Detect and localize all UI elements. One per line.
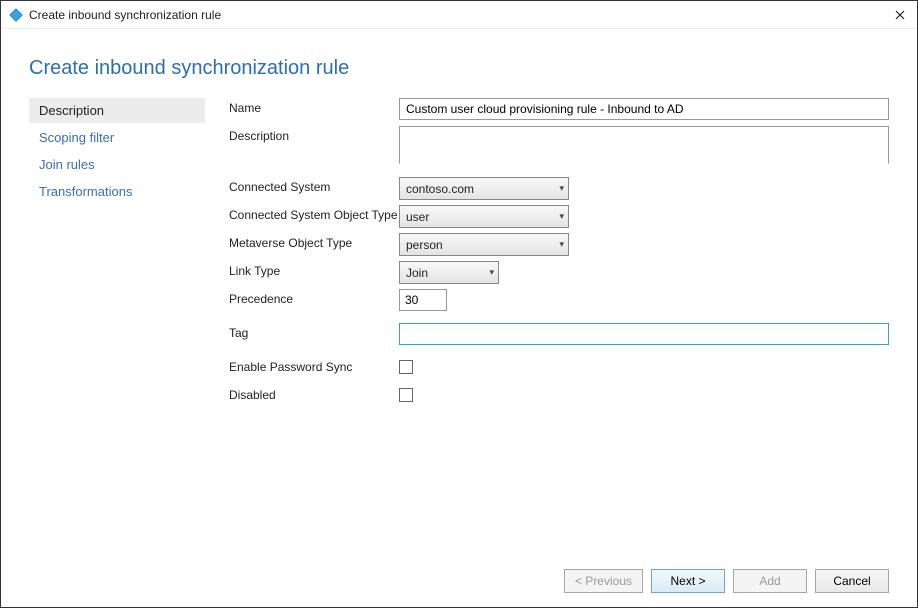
name-input[interactable]: [399, 98, 889, 120]
window-title: Create inbound synchronization rule: [29, 8, 891, 22]
select-value: user: [406, 210, 429, 224]
link-type-label: Link Type: [229, 261, 399, 278]
sidebar-item-label: Join rules: [39, 157, 95, 172]
sidebar-item-description[interactable]: Description: [29, 98, 205, 123]
sidebar-item-scoping-filter[interactable]: Scoping filter: [29, 125, 205, 150]
chevron-down-icon: ▾: [489, 267, 494, 278]
form: Name Description Connected System contos…: [229, 98, 889, 559]
enable-password-sync-label: Enable Password Sync: [229, 357, 399, 374]
precedence-label: Precedence: [229, 289, 399, 306]
chevron-down-icon: ▾: [559, 239, 564, 250]
description-label: Description: [229, 126, 399, 143]
sidebar-item-join-rules[interactable]: Join rules: [29, 152, 205, 177]
tag-input[interactable]: [399, 323, 889, 345]
disabled-checkbox[interactable]: [399, 388, 413, 402]
sidebar: Description Scoping filter Join rules Tr…: [29, 98, 205, 559]
connected-system-label: Connected System: [229, 177, 399, 194]
select-value: Join: [406, 266, 428, 280]
next-button[interactable]: Next >: [651, 569, 725, 593]
connected-system-select[interactable]: contoso.com ▾: [399, 177, 569, 200]
description-input[interactable]: [399, 126, 889, 164]
precedence-input[interactable]: [399, 289, 447, 311]
close-button[interactable]: [891, 6, 909, 24]
sidebar-item-label: Transformations: [39, 184, 132, 199]
enable-password-sync-checkbox[interactable]: [399, 360, 413, 374]
chevron-down-icon: ▾: [559, 183, 564, 194]
footer: < Previous Next > Add Cancel: [29, 559, 889, 607]
titlebar: Create inbound synchronization rule: [1, 1, 917, 29]
tag-label: Tag: [229, 323, 399, 340]
chevron-down-icon: ▾: [559, 211, 564, 222]
name-label: Name: [229, 98, 399, 115]
cancel-button[interactable]: Cancel: [815, 569, 889, 593]
connected-system-object-type-label: Connected System Object Type: [229, 205, 399, 222]
metaverse-object-type-label: Metaverse Object Type: [229, 233, 399, 250]
metaverse-object-type-select[interactable]: person ▾: [399, 233, 569, 256]
app-icon: [9, 8, 23, 22]
disabled-label: Disabled: [229, 385, 399, 402]
add-button: Add: [733, 569, 807, 593]
select-value: person: [406, 238, 443, 252]
select-value: contoso.com: [406, 182, 474, 196]
sidebar-item-label: Scoping filter: [39, 130, 114, 145]
page-title: Create inbound synchronization rule: [29, 57, 889, 80]
link-type-select[interactable]: Join ▾: [399, 261, 499, 284]
sidebar-item-transformations[interactable]: Transformations: [29, 179, 205, 204]
connected-system-object-type-select[interactable]: user ▾: [399, 205, 569, 228]
sidebar-item-label: Description: [39, 103, 104, 118]
previous-button: < Previous: [564, 569, 643, 593]
